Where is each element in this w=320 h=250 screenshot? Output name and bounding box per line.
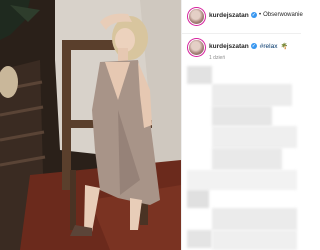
post-header: kurdejszatan ✓ • Obserwowanie [182, 0, 303, 34]
blurred-comment [187, 170, 297, 190]
hashtag-link[interactable]: #relax [260, 43, 278, 50]
verified-badge-icon: ✓ [250, 43, 257, 50]
blurred-comment [212, 106, 272, 126]
avatar[interactable] [189, 9, 204, 24]
instagram-post: kurdejszatan ✓ • Obserwowanie kurdejszatan… [0, 0, 303, 250]
verified-badge-icon: ✓ [250, 12, 257, 19]
caption-avatar[interactable] [189, 40, 204, 55]
blurred-comment [212, 126, 297, 148]
post-caption: kurdejszatan ✓ #relax 🌴 1 dzień [182, 34, 301, 64]
post-side-panel: kurdejszatan ✓ • Obserwowanie kurdejszatan… [181, 0, 303, 250]
username-text[interactable]: kurdejszatan [209, 12, 249, 19]
blurred-comment [187, 230, 212, 248]
blurred-comment [212, 230, 297, 250]
post-photo[interactable] [0, 0, 181, 250]
blurred-comment [212, 84, 292, 106]
blurred-comment [187, 66, 212, 84]
caption-line: kurdejszatan ✓ #relax 🌴 [209, 43, 288, 50]
separator-dot: • [259, 12, 262, 18]
post-timestamp: 1 dzień [209, 55, 226, 61]
follow-status[interactable]: • Obserwowanie [259, 12, 303, 18]
photo-illustration [0, 0, 181, 250]
follow-label[interactable]: Obserwowanie [263, 12, 303, 18]
palm-tree-icon: 🌴 [280, 44, 288, 50]
blurred-comment [212, 148, 282, 170]
caption-username[interactable]: kurdejszatan [209, 43, 249, 50]
blurred-comment [212, 208, 297, 230]
blurred-comment [187, 190, 209, 208]
header-username[interactable]: kurdejszatan ✓ [209, 12, 257, 19]
